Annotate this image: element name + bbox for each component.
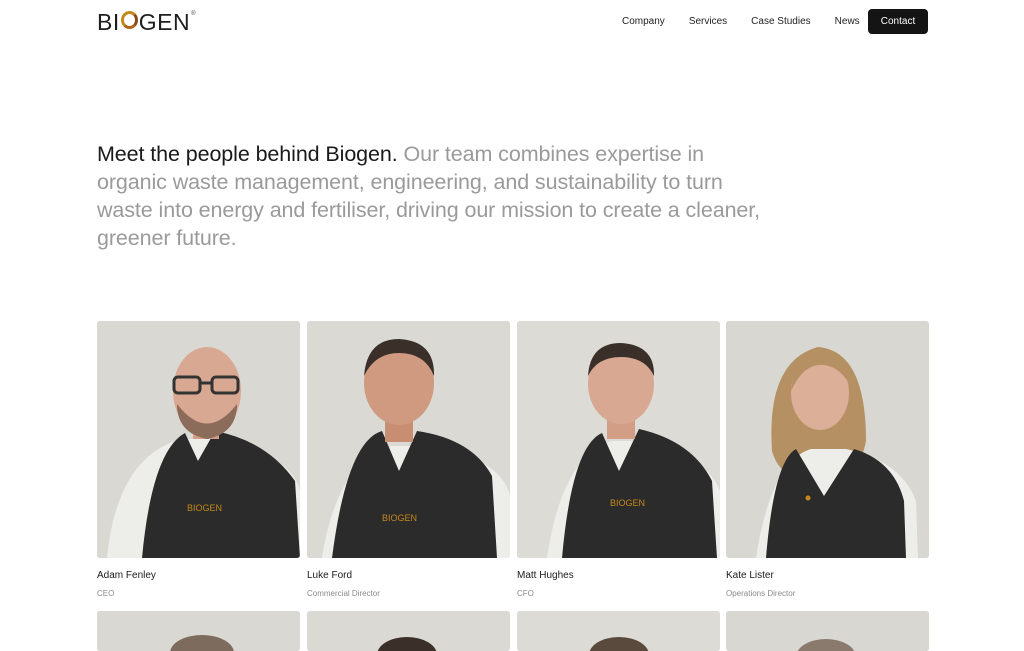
nav-company[interactable]: Company	[622, 16, 665, 27]
nav-case-studies[interactable]: Case Studies	[751, 16, 810, 27]
team-name: Kate Lister	[726, 570, 774, 581]
biogen-logo[interactable]: BI GEN ®	[97, 9, 196, 36]
team-role: Commercial Director	[307, 589, 380, 598]
logo-text-start: BI	[97, 9, 120, 35]
team-name: Matt Hughes	[517, 570, 574, 581]
team-photo-partial	[97, 611, 300, 651]
team-role: CEO	[97, 589, 115, 598]
team-role: CFO	[517, 589, 534, 598]
vest-logo: BIOGEN	[610, 498, 645, 508]
team-card[interactable]: Kate Lister Operations Director	[726, 321, 929, 598]
nav-services[interactable]: Services	[689, 16, 727, 27]
registered-mark: ®	[191, 11, 196, 17]
team-photo-luke: BIOGEN	[307, 321, 510, 558]
team-card[interactable]: BIOGEN Luke Ford Commercial Director	[307, 321, 510, 598]
vest-logo: BIOGEN	[187, 503, 222, 513]
team-photo-matt: BIOGEN	[517, 321, 720, 558]
team-photo-partial	[517, 611, 720, 651]
nav-news[interactable]: News	[835, 16, 860, 27]
team-photo-partial	[726, 611, 929, 651]
team-photo-adam: BIOGEN	[97, 321, 300, 558]
site-header: BI GEN ® Company Services Case Studies N…	[0, 0, 1024, 44]
team-card-next-row[interactable]	[517, 611, 720, 651]
contact-button[interactable]: Contact	[868, 9, 928, 34]
logo-o-icon	[120, 11, 138, 29]
intro-text: Meet the people behind Biogen. Our team …	[97, 140, 777, 252]
team-card-next-row[interactable]	[97, 611, 300, 651]
team-photo-kate	[726, 321, 929, 558]
team-photo-partial	[307, 611, 510, 651]
vest-logo: BIOGEN	[382, 513, 417, 523]
team-role: Operations Director	[726, 589, 796, 598]
team-card[interactable]: BIOGEN Adam Fenley CEO	[97, 321, 300, 598]
team-card[interactable]: BIOGEN Matt Hughes CFO	[517, 321, 720, 598]
team-name: Luke Ford	[307, 570, 353, 581]
intro-lead: Meet the people behind Biogen.	[97, 142, 398, 166]
main-nav: Company Services Case Studies News	[622, 16, 884, 27]
team-card-next-row[interactable]	[726, 611, 929, 651]
team-card-next-row[interactable]	[307, 611, 510, 651]
logo-text-end: GEN	[138, 9, 191, 35]
team-name: Adam Fenley	[97, 570, 156, 581]
